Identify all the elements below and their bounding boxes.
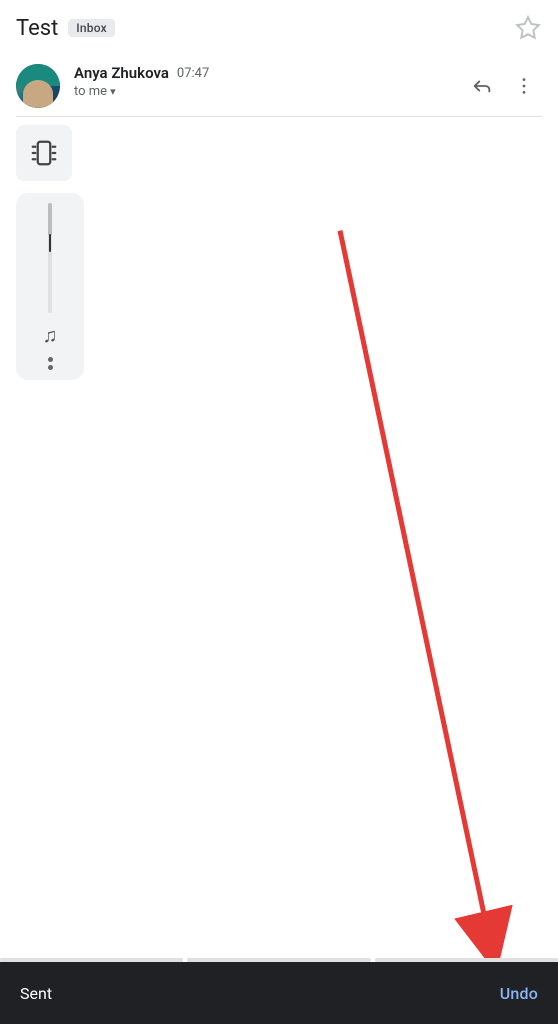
vibration-icon-card[interactable]: [16, 125, 72, 181]
sender-name: Anya Zhukova: [74, 64, 169, 82]
avatar: [16, 64, 60, 108]
email-row: Anya Zhukova 07:47 to me ▾: [0, 52, 558, 116]
email-time: 07:47: [177, 66, 209, 81]
more-options-icon[interactable]: [48, 357, 53, 370]
email-content: ♫: [0, 117, 558, 408]
reply-button[interactable]: [464, 68, 500, 104]
audio-slider[interactable]: [48, 203, 52, 313]
to-label: to me: [74, 84, 107, 99]
email-action-buttons: [464, 68, 542, 104]
music-note-icon: ♫: [43, 325, 58, 345]
sender-row: Anya Zhukova 07:47: [74, 64, 450, 82]
more-options-button[interactable]: [506, 68, 542, 104]
bottom-snackbar: Sent Undo: [0, 962, 558, 1024]
audio-player-card[interactable]: ♫: [16, 193, 84, 380]
star-icon[interactable]: [514, 14, 542, 42]
undo-button[interactable]: Undo: [500, 984, 538, 1003]
app-header: Test Inbox: [0, 0, 558, 52]
chevron-down-icon: ▾: [110, 85, 116, 98]
email-to-field[interactable]: to me ▾: [74, 84, 450, 99]
inbox-badge[interactable]: Inbox: [68, 19, 115, 37]
header-left: Test Inbox: [16, 16, 115, 41]
page-title: Test: [16, 16, 58, 41]
sent-label: Sent: [20, 984, 52, 1003]
email-metadata: Anya Zhukova 07:47 to me ▾: [74, 64, 450, 99]
